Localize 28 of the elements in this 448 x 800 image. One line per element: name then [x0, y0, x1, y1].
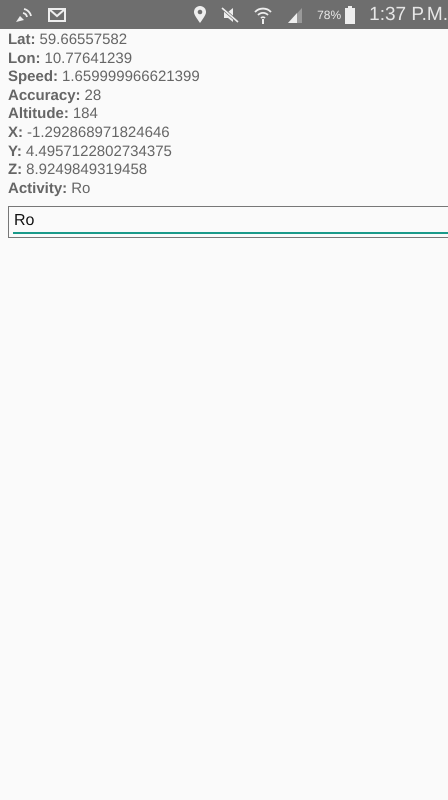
- reading-value: 8.9249849319458: [26, 161, 148, 180]
- reading-value: Ro: [71, 180, 90, 198]
- battery-icon: [345, 6, 356, 24]
- reading-value: 28: [84, 86, 102, 106]
- reading-label: Activity:: [8, 180, 68, 198]
- reading-label: Speed:: [8, 68, 58, 87]
- mute-icon: [221, 6, 240, 22]
- reading-label: Z:: [8, 161, 22, 180]
- reading-value: 10.77641239: [44, 50, 132, 68]
- mail-icon: [48, 8, 66, 22]
- battery-percentage: 78%: [317, 8, 342, 22]
- signal-waves-icon: [14, 6, 34, 24]
- reading-value: -1.292868971824646: [27, 124, 170, 143]
- reading-value: 1.659999966621399: [62, 68, 200, 87]
- clock-time: 1:37 P.M.: [369, 4, 448, 26]
- reading-value: 4.4957122802734375: [26, 142, 172, 162]
- reading-value: 184: [72, 105, 98, 124]
- reading-label: X:: [8, 124, 23, 143]
- reading-label: Lon:: [8, 50, 40, 68]
- reading-label: Y:: [8, 142, 22, 162]
- reading-label: Accuracy:: [8, 86, 81, 106]
- cell-signal-icon: [287, 6, 304, 22]
- reading-value: 59.66557582: [40, 31, 128, 50]
- activity-input-field[interactable]: Ro: [8, 206, 448, 238]
- reading-label: Altitude:: [8, 105, 69, 124]
- location-pin-icon: [193, 6, 208, 24]
- wifi-icon: [253, 6, 274, 24]
- reading-label: Lat:: [8, 31, 36, 50]
